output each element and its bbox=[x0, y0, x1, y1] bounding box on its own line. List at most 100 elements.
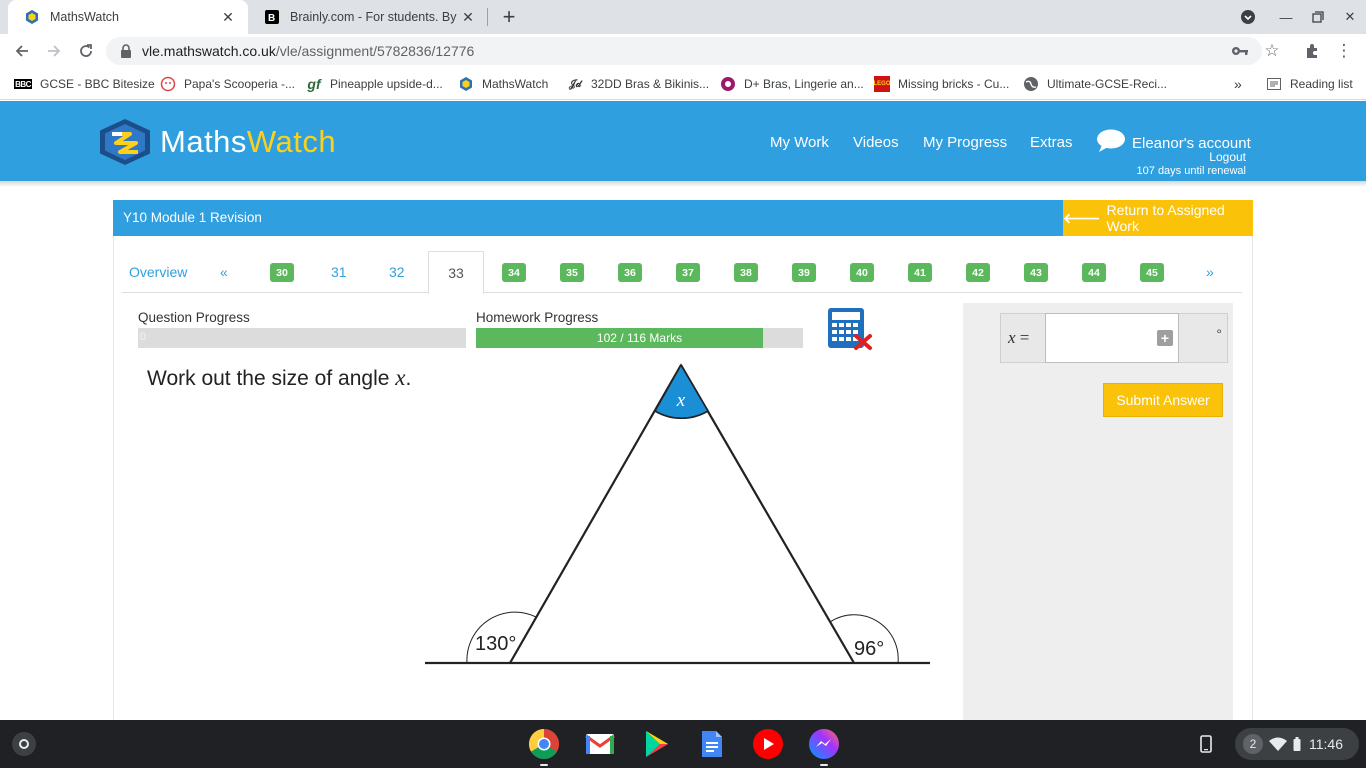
bookmark-bbc-bitesize[interactable]: BBC GCSE - BBC Bitesize bbox=[14, 75, 155, 93]
chrome-icon[interactable] bbox=[527, 727, 561, 761]
bookmark-star-icon[interactable]: ☆ bbox=[1260, 39, 1284, 63]
question-link-33-current[interactable]: 33 bbox=[428, 251, 484, 294]
answer-input[interactable]: + bbox=[1045, 313, 1179, 363]
nav-my-progress[interactable]: My Progress bbox=[923, 134, 1007, 151]
tab-title: MathsWatch bbox=[50, 10, 120, 24]
extensions-icon[interactable] bbox=[1300, 39, 1324, 63]
arrow-left-icon: 🡐 bbox=[1063, 209, 1101, 226]
homework-progress-bar: 102 / 116 Marks bbox=[476, 328, 803, 348]
logout-link[interactable]: Logout bbox=[1209, 150, 1246, 164]
question-link-31[interactable]: 31 bbox=[331, 264, 347, 280]
url-path: /vle/assignment/5782836/12776 bbox=[275, 43, 475, 59]
bookmark-missing-bricks[interactable]: LEGO Missing bricks - Cu... bbox=[874, 75, 1009, 93]
return-to-assigned-work-button[interactable]: 🡐 Return to Assigned Work bbox=[1063, 200, 1253, 236]
question-link-38[interactable]: 38 bbox=[734, 263, 758, 282]
restore-icon[interactable] bbox=[1302, 0, 1334, 34]
close-tab-icon[interactable]: ✕ bbox=[460, 9, 476, 25]
site-header: MathsWatch My Work Videos My Progress Ex… bbox=[0, 101, 1366, 181]
papas-icon bbox=[160, 76, 176, 92]
nav-extras[interactable]: Extras bbox=[1030, 134, 1073, 151]
reading-list-button[interactable]: Reading list bbox=[1266, 75, 1353, 93]
question-link-42[interactable]: 42 bbox=[966, 263, 990, 282]
homework-progress-text: 102 / 116 Marks bbox=[596, 331, 683, 345]
apex-angle-label: x bbox=[676, 390, 686, 411]
bookmarks-bar: BBC GCSE - BBC Bitesize Papa's Scooperia… bbox=[0, 68, 1366, 100]
nav-my-work[interactable]: My Work bbox=[770, 134, 829, 151]
key-icon[interactable] bbox=[1228, 39, 1252, 63]
question-link-45[interactable]: 45 bbox=[1140, 263, 1164, 282]
notification-count[interactable]: 2 bbox=[1243, 734, 1263, 754]
question-text: Work out the size of angle x. bbox=[147, 365, 411, 391]
nav-videos[interactable]: Videos bbox=[853, 134, 899, 151]
question-link-36[interactable]: 36 bbox=[618, 263, 642, 282]
mathswatch-logo[interactable]: MathsWatch bbox=[100, 119, 336, 165]
plus-icon[interactable]: + bbox=[1157, 330, 1173, 346]
bookmark-ultimate-gcse[interactable]: Ultimate-GCSE-Reci... bbox=[1023, 75, 1167, 93]
wifi-icon bbox=[1269, 737, 1287, 751]
gf-icon: gf bbox=[307, 76, 321, 92]
bookmark-32dd[interactable]: 𝒥𝒹 32DD Bras & Bikinis... bbox=[567, 75, 709, 93]
chat-bubble-icon[interactable] bbox=[1096, 129, 1126, 153]
question-link-44[interactable]: 44 bbox=[1082, 263, 1106, 282]
question-link-39[interactable]: 39 bbox=[792, 263, 816, 282]
reload-icon[interactable] bbox=[74, 39, 98, 63]
right-angle-label: 96° bbox=[854, 638, 884, 660]
tab-mathswatch[interactable]: MathsWatch ✕ bbox=[8, 0, 248, 34]
tab-search-icon[interactable] bbox=[1232, 0, 1264, 34]
bookmark-label: Ultimate-GCSE-Reci... bbox=[1047, 77, 1168, 91]
bookmark-label: D+ Bras, Lingerie an... bbox=[744, 77, 864, 91]
bbc-icon: BBC bbox=[14, 79, 32, 89]
bookmark-label: 32DD Bras & Bikinis... bbox=[591, 77, 710, 91]
bookmark-label: Pineapple upside-d... bbox=[330, 77, 443, 91]
bookmark-label: GCSE - BBC Bitesize bbox=[40, 77, 155, 91]
address-bar[interactable]: vle.mathswatch.co.uk/vle/assignment/5782… bbox=[106, 37, 1262, 65]
back-icon[interactable] bbox=[10, 39, 34, 63]
minimize-icon[interactable]: — bbox=[1270, 0, 1302, 34]
status-tray[interactable]: 2 11:46 bbox=[1235, 728, 1359, 760]
battery-icon bbox=[1293, 737, 1301, 751]
question-link-40[interactable]: 40 bbox=[850, 263, 874, 282]
youtube-icon[interactable] bbox=[751, 727, 785, 761]
return-button-label: Return to Assigned Work bbox=[1106, 202, 1225, 234]
bookmark-label: MathsWatch bbox=[482, 77, 549, 91]
question-link-43[interactable]: 43 bbox=[1024, 263, 1048, 282]
submit-answer-button[interactable]: Submit Answer bbox=[1103, 383, 1223, 417]
forward-icon[interactable] bbox=[42, 39, 66, 63]
logo-text-watch: Watch bbox=[246, 124, 337, 159]
chromeos-shelf: 2 11:46 bbox=[0, 720, 1366, 768]
gmail-icon[interactable] bbox=[583, 727, 617, 761]
answer-label-equals: = bbox=[1019, 328, 1030, 347]
menu-icon[interactable]: ⋮ bbox=[1332, 39, 1356, 63]
bookmarks-overflow-button[interactable]: » bbox=[1234, 75, 1242, 93]
question-link-35[interactable]: 35 bbox=[560, 263, 584, 282]
bookmark-papas-scooperia[interactable]: Papa's Scooperia -... bbox=[160, 75, 295, 93]
lock-icon bbox=[120, 44, 132, 58]
prev-questions-link[interactable]: « bbox=[220, 264, 228, 280]
overview-link[interactable]: Overview bbox=[129, 264, 187, 280]
bookmark-mathswatch[interactable]: MathsWatch bbox=[458, 75, 548, 93]
messenger-icon[interactable] bbox=[807, 727, 841, 761]
launcher-icon[interactable] bbox=[12, 732, 36, 756]
dplus-icon bbox=[720, 76, 736, 92]
play-store-icon[interactable] bbox=[640, 727, 674, 761]
bookmark-label: Papa's Scooperia -... bbox=[184, 77, 296, 91]
phone-hub-icon[interactable] bbox=[1196, 734, 1216, 754]
mathswatch-favicon bbox=[24, 9, 40, 25]
new-tab-button[interactable]: + bbox=[497, 4, 521, 29]
question-link-32[interactable]: 32 bbox=[389, 264, 405, 280]
bookmark-dplus[interactable]: D+ Bras, Lingerie an... bbox=[720, 75, 864, 93]
question-text-main: Work out the size of angle bbox=[147, 367, 390, 390]
docs-icon[interactable] bbox=[695, 727, 729, 761]
bookmark-pineapple[interactable]: gf Pineapple upside-d... bbox=[306, 75, 443, 93]
close-window-icon[interactable]: ✕ bbox=[1334, 0, 1366, 34]
answer-pane: x = + ° Submit Answer bbox=[963, 303, 1233, 720]
answer-label: x = bbox=[1008, 328, 1029, 348]
close-tab-icon[interactable]: ✕ bbox=[220, 9, 236, 25]
question-link-37[interactable]: 37 bbox=[676, 263, 700, 282]
question-link-30[interactable]: 30 bbox=[270, 263, 294, 282]
tab-brainly[interactable]: B Brainly.com - For students. By st ✕ bbox=[248, 0, 488, 34]
next-questions-link[interactable]: » bbox=[1206, 264, 1214, 280]
question-link-34[interactable]: 34 bbox=[502, 263, 526, 282]
question-link-41[interactable]: 41 bbox=[908, 263, 932, 282]
messenger-running-indicator bbox=[820, 764, 828, 766]
